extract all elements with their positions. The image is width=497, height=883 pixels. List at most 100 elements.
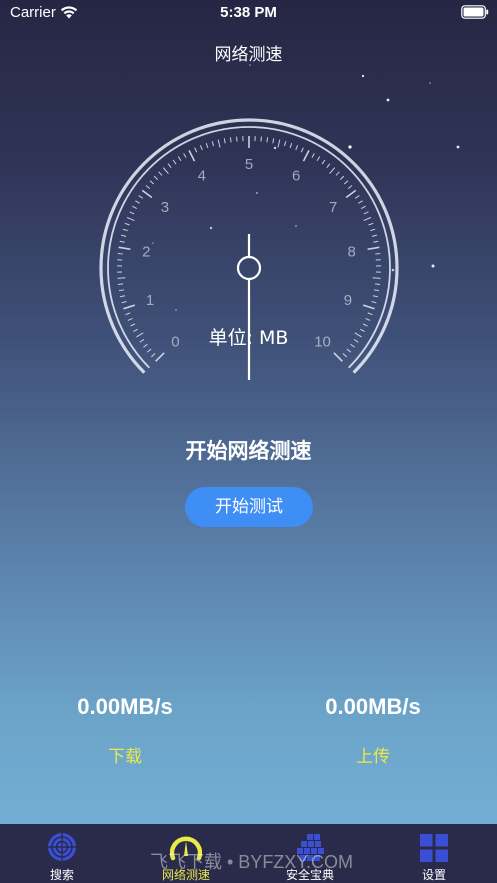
gauge-tick <box>311 153 315 158</box>
gauge-tick-label: 6 <box>292 167 300 184</box>
gauge-tick <box>183 153 187 158</box>
gauge-tick <box>126 217 135 222</box>
gauge-tick <box>266 137 269 143</box>
gauge-tick <box>121 301 127 304</box>
gauge-needle <box>236 234 262 380</box>
gauge-tick <box>145 185 151 189</box>
needle-pivot <box>236 255 262 281</box>
gauge-tick <box>347 185 353 189</box>
gauge-tick <box>158 171 163 176</box>
gauge-tick <box>358 200 363 204</box>
gauge-tick <box>135 200 140 204</box>
gauge-tick-label: 4 <box>198 167 206 184</box>
gauge-tick <box>300 147 304 153</box>
gauge-tick <box>375 253 381 255</box>
gauge-tick <box>229 137 232 143</box>
gauge-tick <box>361 205 366 210</box>
gauge-tick <box>141 189 153 199</box>
gauge-tick-label: 7 <box>329 199 337 216</box>
upload-speed-value: 0.00MB/s <box>325 694 421 719</box>
gauge-tick <box>272 138 275 144</box>
download-label: 下载 <box>108 747 142 767</box>
gauge-tick <box>277 139 281 148</box>
tab-label-search: 搜索 <box>49 868 74 882</box>
gauge-tick <box>127 317 133 321</box>
gauge-tick <box>120 295 126 298</box>
unit-label: 单位: MB <box>208 327 289 349</box>
status-time: 5:38 PM <box>220 4 277 21</box>
gauge-tick <box>354 195 360 199</box>
gauge-tick <box>129 211 135 215</box>
radar-icon <box>48 833 76 861</box>
gauge-tick-label: 1 <box>146 292 154 309</box>
gauge-tick-label: 8 <box>348 244 356 261</box>
gauge-tick <box>372 277 381 279</box>
gauge-tick <box>211 141 215 147</box>
gauge-tick <box>162 167 169 175</box>
gauge-tick <box>117 253 123 255</box>
gauge-tick <box>117 283 124 286</box>
tab-label-settings: 设置 <box>421 868 446 882</box>
battery-icon <box>461 5 489 19</box>
tab-search[interactable]: 搜索 <box>0 824 124 883</box>
gauge-tick <box>121 234 127 237</box>
gauge-tick <box>167 163 172 168</box>
app-screen: Carrier 5:38 PM 网络测速 0 1 2 3 4 5 6 7 8 9 10 单位: MB… <box>0 0 497 883</box>
gauge-tick <box>333 352 343 362</box>
gauge-tick-label: 9 <box>344 292 352 309</box>
upload-label: 上传 <box>356 747 390 767</box>
gauge-tick <box>149 180 155 185</box>
gauge-tick <box>373 240 379 243</box>
gauge-tick <box>124 222 130 226</box>
gauge-tick <box>371 234 377 237</box>
gauge-tick <box>118 246 131 251</box>
gauge-tick <box>368 222 374 226</box>
gauge-tick <box>370 228 376 232</box>
speed-test-title: 开始网络测速 <box>185 439 312 463</box>
gauge-tick <box>295 145 299 151</box>
gauge-tick <box>122 228 128 232</box>
gauge-tick <box>371 301 377 304</box>
gauge-tick <box>153 175 159 180</box>
gauge-tick <box>339 175 345 180</box>
gauge-tick-label: 3 <box>161 199 169 216</box>
gauge-tick <box>188 150 196 162</box>
gauge-tick <box>363 217 372 222</box>
start-test-button[interactable]: 开始测试 <box>185 487 313 527</box>
status-bar: Carrier 5:38 PM <box>0 0 497 26</box>
gauge-tick <box>155 352 165 362</box>
gauge-tick <box>343 180 349 185</box>
gauge-tick <box>123 304 136 310</box>
gauge-tick <box>119 240 125 243</box>
gauge-tick <box>321 159 326 165</box>
gauge-tick <box>316 156 321 162</box>
gauge-tick <box>117 277 126 279</box>
gauge-tick <box>118 289 124 292</box>
gauge-tick <box>194 147 198 153</box>
gauge-tick <box>372 295 378 298</box>
gauge-tick <box>283 141 287 147</box>
gauge-tick <box>205 142 209 149</box>
page-title: 网络测速 <box>214 45 283 65</box>
tab-settings[interactable]: 设置 <box>372 824 496 883</box>
gauge-tick <box>151 353 156 358</box>
gauge-tick <box>172 159 177 165</box>
gauge-tick <box>289 142 293 149</box>
watermark: 飞飞下载 • BYFZXY.COM <box>150 852 353 872</box>
grid-icon <box>420 834 448 862</box>
gauge-tick <box>217 139 221 148</box>
gauge-tick <box>374 283 381 286</box>
gauge-tick <box>335 171 340 176</box>
gauge-tick <box>199 145 203 151</box>
download-speed-value: 0.00MB/s <box>77 694 173 719</box>
gauge-tick <box>374 289 380 292</box>
gauge-tick <box>302 150 310 162</box>
gauge-tick <box>367 312 373 316</box>
gauge-tick <box>345 189 357 199</box>
gauge-tick <box>362 304 375 310</box>
gauge-tick <box>177 156 182 162</box>
gauge-tick <box>329 167 336 175</box>
gauge-tick-label: 2 <box>142 244 150 261</box>
gauge-tick-label: 5 <box>245 156 253 173</box>
gauge-tick <box>138 195 144 199</box>
